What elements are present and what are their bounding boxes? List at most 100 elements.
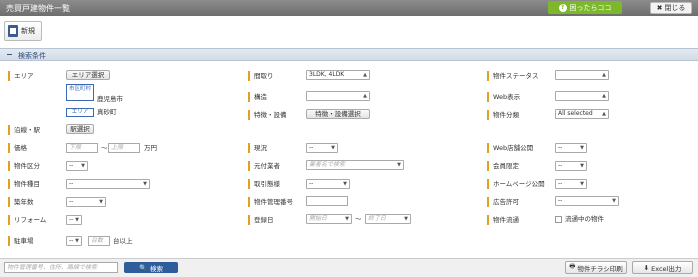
homepage-public-select[interactable]: -- ▼ xyxy=(555,179,587,189)
chevron-down-icon: ▼ xyxy=(580,163,584,169)
parking-select[interactable]: -- ▼ xyxy=(66,236,82,246)
layout-select[interactable]: 3LDK, 4LDK ▲ xyxy=(306,70,370,80)
prop-class-select[interactable]: All selected ▲ xyxy=(555,109,609,119)
new-button[interactable]: 新規 xyxy=(4,21,42,41)
property-type-value: -- xyxy=(69,162,74,169)
search-conditions-header[interactable]: − 検索条件 xyxy=(0,48,698,61)
member-only-select[interactable]: -- ▼ xyxy=(555,161,587,171)
category-value: -- xyxy=(69,180,74,187)
chevron-down-icon: ▼ xyxy=(580,181,584,187)
deal-type-select[interactable]: -- ▼ xyxy=(306,179,350,189)
reform-select[interactable]: -- ▼ xyxy=(66,215,82,225)
property-type-label: 物件区分 xyxy=(8,161,40,171)
ad-permit-value: -- xyxy=(558,197,563,204)
parking-unit: 台以上 xyxy=(113,237,133,245)
distribution-checkbox-label: 流通中の物件 xyxy=(565,215,604,223)
station-select-button[interactable]: 駅選択 xyxy=(66,124,94,134)
close-icon: ✖ xyxy=(656,4,663,12)
city-badge: 市区町村 xyxy=(66,84,94,101)
register-start-placeholder: 開始日 xyxy=(309,215,328,222)
help-button[interactable]: ? 困ったらココ xyxy=(548,1,622,14)
manage-no-label: 物件管理番号 xyxy=(248,197,293,207)
age-select[interactable]: -- ▼ xyxy=(66,197,106,207)
chevron-down-icon: ▼ xyxy=(99,199,103,205)
chevron-down-icon: ▼ xyxy=(331,145,335,151)
area-value: 真砂町 xyxy=(97,108,117,116)
register-start-input[interactable]: 開始日 ▼ xyxy=(306,214,352,224)
price-unit: 万円 xyxy=(144,144,157,152)
homepage-public-label: ホームページ公開 xyxy=(487,179,545,189)
page-title: 売買戸建物件一覧 xyxy=(6,4,70,13)
search-button-label: 検索 xyxy=(150,264,164,273)
search-icon: 🔍 xyxy=(138,263,148,272)
document-icon xyxy=(8,25,18,37)
structure-select[interactable]: ▲ xyxy=(306,91,370,101)
chevron-down-icon: ▼ xyxy=(612,198,616,204)
prop-class-value: All selected xyxy=(558,110,593,117)
web-display-label: Web表示 xyxy=(487,92,520,102)
web-display-select[interactable]: ▲ xyxy=(555,91,609,101)
distribution-checkbox[interactable] xyxy=(555,216,562,223)
category-label: 物件種目 xyxy=(8,179,40,189)
excel-export-button[interactable]: ⬇ Excel出力 xyxy=(632,261,693,274)
collapse-icon[interactable]: − xyxy=(6,50,13,59)
prop-status-select[interactable]: ▲ xyxy=(555,70,609,80)
age-value: -- xyxy=(69,198,74,205)
property-type-select[interactable]: -- ▼ xyxy=(66,161,88,171)
web-public-value: -- xyxy=(558,144,563,151)
age-label: 築年数 xyxy=(8,197,34,207)
ad-permit-select[interactable]: -- ▼ xyxy=(555,196,619,206)
chevron-up-icon: ▲ xyxy=(363,72,367,78)
chevron-down-icon: ▼ xyxy=(143,181,147,187)
chevron-up-icon: ▲ xyxy=(602,93,606,99)
chevron-up-icon: ▲ xyxy=(602,111,606,117)
register-end-placeholder: 終了日 xyxy=(368,215,387,222)
keyword-search-input[interactable]: 物件管理番号、住所、路線で検索 xyxy=(4,262,118,273)
member-only-label: 会員限定 xyxy=(487,161,519,171)
ad-permit-label: 広告許可 xyxy=(487,197,519,207)
help-button-label: 困ったらココ xyxy=(569,3,612,12)
area-select-button[interactable]: エリア選択 xyxy=(66,70,110,80)
prop-class-label: 物件分類 xyxy=(487,110,519,120)
price-max-input[interactable]: 上限 xyxy=(108,143,140,153)
area-badge: エリア xyxy=(66,108,94,117)
area-label: エリア xyxy=(8,71,34,81)
layout-value: 3LDK, 4LDK xyxy=(309,71,345,78)
deal-type-label: 取引態様 xyxy=(248,179,280,189)
owner-placeholder: 業者名で検索 xyxy=(309,161,346,168)
prop-status-label: 物件ステータス xyxy=(487,71,539,81)
deal-type-value: -- xyxy=(309,180,314,187)
register-end-input[interactable]: 終了日 ▼ xyxy=(365,214,411,224)
chevron-down-icon: ▼ xyxy=(75,217,79,223)
manage-no-input[interactable] xyxy=(306,196,348,206)
status-now-select[interactable]: -- ▼ xyxy=(306,143,338,153)
distribution-label: 物件流通 xyxy=(487,215,519,225)
layout-label: 間取り xyxy=(248,71,274,81)
line-station-label: 沿線・駅 xyxy=(8,125,40,135)
chevron-down-icon: ▼ xyxy=(343,181,347,187)
parking-count-input[interactable]: 台数 xyxy=(88,236,110,246)
reform-label: リフォーム xyxy=(8,215,46,225)
owner-label: 元付業者 xyxy=(248,161,280,171)
print-flyer-button[interactable]: 🖶 物件チラシ印刷 xyxy=(565,261,627,274)
price-tilde: 〜 xyxy=(101,144,108,152)
price-label: 価格 xyxy=(8,143,27,153)
section-title: 検索条件 xyxy=(18,52,46,60)
parking-value: -- xyxy=(69,237,74,244)
category-select[interactable]: -- ▼ xyxy=(66,179,150,189)
print-flyer-label: 物件チラシ印刷 xyxy=(577,264,623,273)
chevron-down-icon: ▼ xyxy=(397,162,401,168)
chevron-down-icon: ▼ xyxy=(580,145,584,151)
web-public-select[interactable]: -- ▼ xyxy=(555,143,587,153)
download-icon: ⬇ xyxy=(643,263,650,272)
city-value: 鹿児島市 xyxy=(97,95,123,103)
features-select-button[interactable]: 特徴・設備選択 xyxy=(306,109,370,119)
register-date-label: 登録日 xyxy=(248,215,274,225)
price-min-input[interactable]: 下限 xyxy=(66,143,98,153)
parking-label: 駐車場 xyxy=(8,236,34,246)
close-button[interactable]: ✖ 閉じる xyxy=(650,2,692,14)
status-now-value: -- xyxy=(309,144,314,151)
chevron-up-icon: ▲ xyxy=(602,72,606,78)
owner-combobox[interactable]: 業者名で検索 ▼ xyxy=(306,160,404,170)
search-button[interactable]: 🔍 検索 xyxy=(124,262,178,273)
